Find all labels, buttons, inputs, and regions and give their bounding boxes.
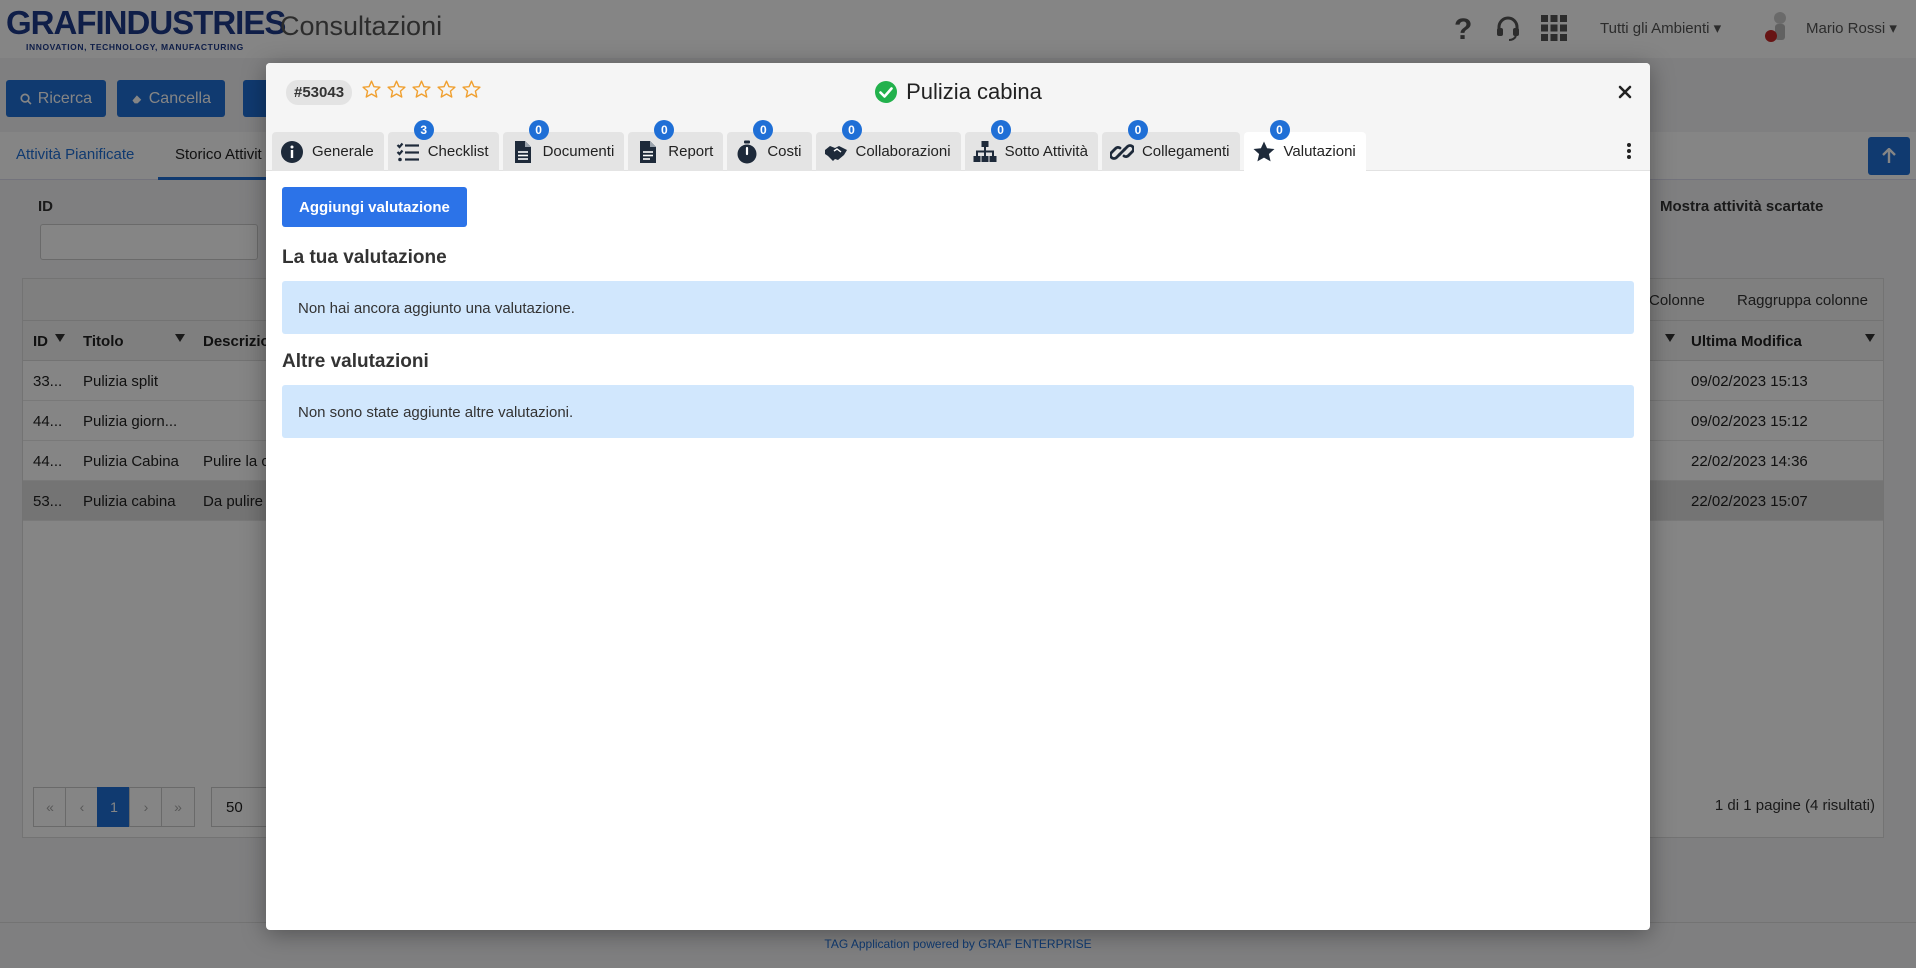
count-badge: 0 (753, 120, 774, 140)
tab-collegamenti[interactable]: 0 Collegamenti (1101, 120, 1240, 171)
sitemap-icon (973, 140, 997, 164)
count-badge: 0 (654, 120, 675, 140)
tab-report[interactable]: 0 Report (628, 120, 724, 171)
close-icon (1618, 85, 1632, 99)
other-ratings-empty-alert: Non sono state aggiunte altre valutazion… (282, 385, 1634, 438)
count-badge: 0 (841, 120, 862, 140)
modal-tabs: Generale 3 Checklist 0 Documenti 0 Repor… (272, 120, 1366, 171)
close-button[interactable] (1614, 81, 1636, 103)
your-rating-title: La tua valutazione (282, 247, 447, 268)
link-icon (1109, 140, 1134, 164)
your-rating-empty-alert: Non hai ancora aggiunto una valutazione. (282, 281, 1634, 334)
count-badge: 3 (413, 120, 434, 140)
tab-label: Costi (767, 143, 802, 160)
activity-modal: #53043 Pulizia cabina Generale 3 Checkli… (266, 63, 1650, 930)
modal-header: #53043 Pulizia cabina Generale 3 Checkli… (266, 63, 1650, 171)
tab-label: Documenti (542, 143, 615, 160)
tab-checklist[interactable]: 3 Checklist (387, 120, 499, 171)
tab-label: Valutazioni (1283, 143, 1356, 160)
tab-costi[interactable]: 0 Costi (727, 120, 812, 171)
check-circle-icon (875, 81, 898, 103)
handshake-icon (824, 140, 848, 164)
stopwatch-icon (735, 140, 759, 164)
modal-title-group: Pulizia cabina (266, 79, 1650, 105)
tab-label: Collegamenti (1141, 143, 1230, 160)
info-circle-icon (280, 140, 304, 164)
count-badge: 0 (1127, 120, 1148, 140)
tab-valutazioni[interactable]: 0 Valutazioni (1243, 120, 1366, 171)
tab-generale[interactable]: Generale (272, 132, 384, 171)
tab-label: Sotto Attività (1004, 143, 1088, 160)
tab-label: Collaborazioni (855, 143, 951, 160)
add-rating-button[interactable]: Aggiungi valutazione (282, 187, 467, 227)
star-icon (1252, 140, 1276, 164)
tab-documenti[interactable]: 0 Documenti (502, 120, 625, 171)
tab-sotto-attivita[interactable]: 0 Sotto Attività (964, 120, 1098, 171)
tab-collaborazioni[interactable]: 0 Collaborazioni (815, 120, 961, 171)
report-file-icon (636, 140, 660, 164)
count-badge: 0 (990, 120, 1011, 140)
document-icon (511, 140, 535, 164)
other-ratings-title: Altre valutazioni (282, 351, 429, 372)
more-options-button[interactable] (1624, 141, 1634, 161)
tab-label: Report (668, 143, 714, 160)
tab-label: Generale (312, 143, 374, 160)
count-badge: 0 (1269, 120, 1290, 140)
modal-title: Pulizia cabina (906, 79, 1042, 104)
count-badge: 0 (528, 120, 549, 140)
checklist-icon (396, 140, 420, 164)
tab-label: Checklist (427, 143, 489, 160)
